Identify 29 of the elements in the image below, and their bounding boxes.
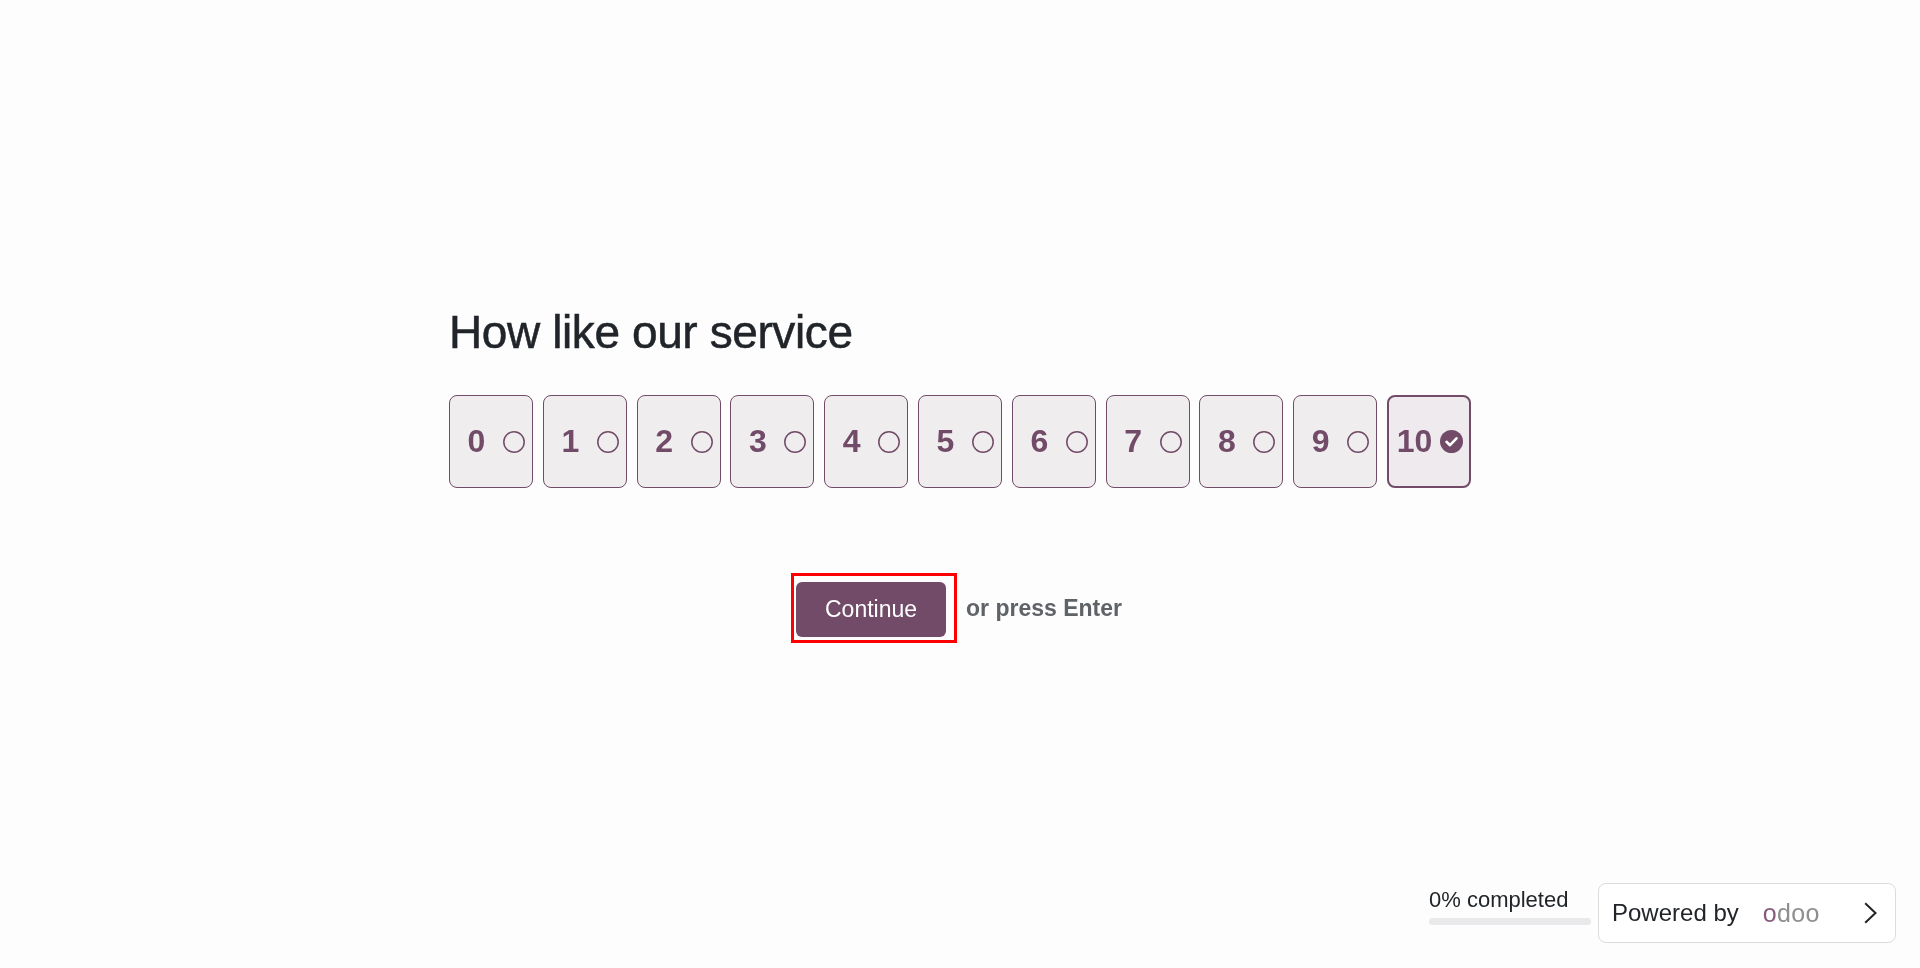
rating-option[interactable]: 2	[636, 395, 721, 489]
rating-option[interactable]: 8	[1199, 395, 1284, 489]
rating-option[interactable]: 0	[449, 395, 533, 489]
radio-circle-icon	[1347, 430, 1370, 453]
rating-option[interactable]: 10	[1386, 395, 1471, 489]
radio-circle-icon	[972, 430, 994, 453]
rating-option[interactable]: 5	[918, 395, 1002, 489]
radio-circle-icon	[1065, 430, 1088, 453]
brand-logo: odoo	[1762, 898, 1820, 928]
radio-circle-icon	[596, 430, 619, 453]
question-title: How like our service	[449, 305, 854, 360]
rating-option[interactable]: 1	[542, 395, 627, 489]
radio-circle-icon	[784, 430, 807, 453]
powered-by-link[interactable]: Powered by odoo	[1598, 883, 1896, 943]
rating-option[interactable]: 7	[1105, 395, 1190, 489]
radio-circle-icon	[690, 430, 713, 453]
progress-label: 0% completed	[1429, 887, 1570, 914]
rating-option[interactable]: 4	[824, 395, 909, 489]
check-circle-icon	[1439, 430, 1463, 454]
rating-option[interactable]: 6	[1011, 395, 1096, 489]
radio-circle-icon	[1253, 430, 1276, 453]
rating-option[interactable]: 3	[730, 395, 815, 489]
radio-circle-icon	[1159, 430, 1182, 453]
radio-circle-icon	[503, 430, 525, 453]
keyboard-hint: or press Enter	[966, 594, 1122, 622]
chevron-right-icon	[1864, 902, 1877, 924]
continue-button[interactable]: Continue	[796, 582, 947, 638]
rating-option[interactable]: 9	[1293, 395, 1378, 489]
radio-circle-icon	[878, 430, 901, 453]
